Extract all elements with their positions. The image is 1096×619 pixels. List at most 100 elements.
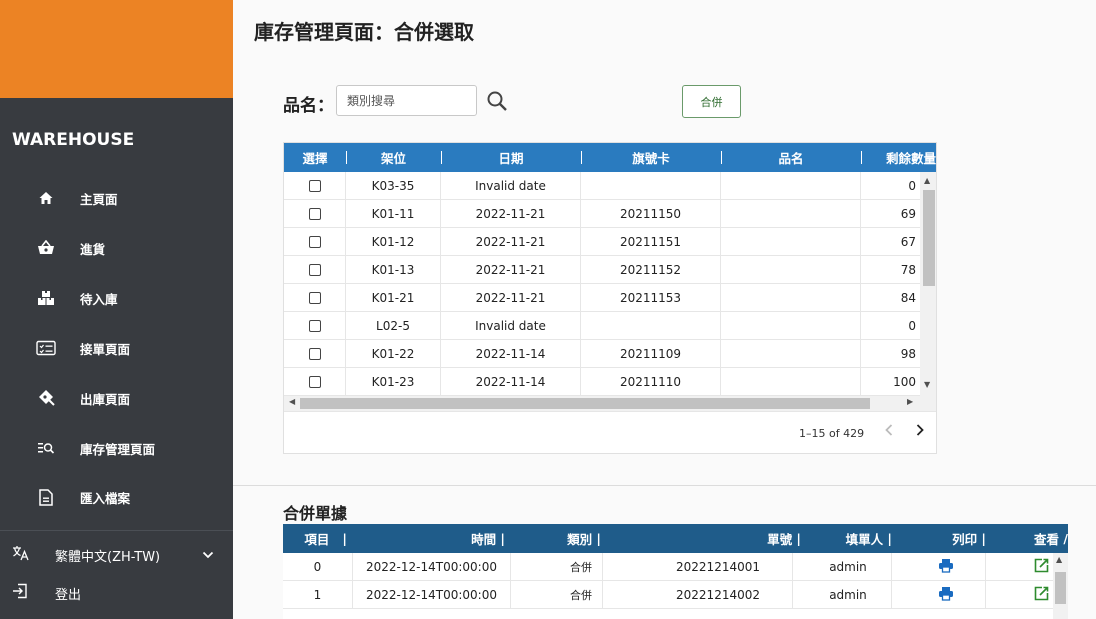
row-checkbox[interactable] (308, 208, 321, 220)
cell-remaining-qty: 98 (900, 347, 916, 361)
cell-remaining-qty: 100 (893, 375, 916, 389)
table-row[interactable]: L02-5 Invalid date 0 (284, 312, 920, 340)
cell-filler: admin (793, 553, 892, 581)
brand-title: WAREHOUSE (12, 130, 135, 150)
cell-product-name (721, 312, 861, 340)
horizontal-scrollbar[interactable]: ◀ ▶ (284, 396, 936, 411)
basket-icon (36, 238, 56, 258)
column-header-date[interactable]: 日期 (441, 143, 581, 172)
search-icon[interactable] (485, 89, 509, 113)
cell-product-name (721, 256, 861, 284)
cell-view (986, 553, 1053, 581)
row-checkbox[interactable] (308, 236, 321, 248)
table-row[interactable]: K03-35 Invalid date 0 (284, 172, 920, 200)
translate-icon (12, 545, 30, 565)
cell-number: 20221214001 (603, 553, 793, 581)
previous-page-icon[interactable] (884, 423, 894, 441)
column-header-item[interactable]: 項目 | (283, 524, 353, 553)
cell-type: 合併 (511, 553, 603, 581)
chevron-down-icon (202, 548, 214, 563)
scroll-left-arrow-icon[interactable]: ◀ (289, 397, 295, 406)
vertical-scrollbar[interactable]: ▲ (1053, 553, 1068, 619)
cell-time: 2022-12-14T00:00:00 (353, 553, 511, 581)
open-external-icon[interactable] (1034, 586, 1049, 604)
scrollbar-thumb[interactable] (923, 190, 935, 286)
scrollbar-thumb[interactable] (1055, 572, 1066, 604)
next-page-icon[interactable] (915, 423, 925, 441)
sidebar-item-pending-storage[interactable]: 待入庫 (0, 278, 233, 318)
row-checkbox[interactable] (308, 320, 321, 332)
sidebar-item-outbound[interactable]: 出庫頁面 (0, 378, 233, 418)
table-row[interactable]: K01-12 2022-11-21 20211151 67 (284, 228, 920, 256)
sidebar-item-orders[interactable]: 接單頁面 (0, 328, 233, 368)
row-checkbox[interactable] (308, 348, 321, 360)
vertical-scrollbar[interactable]: ▲ ▼ (920, 172, 936, 396)
column-header-shelf[interactable]: 架位 (346, 143, 441, 172)
scrollbar-thumb[interactable] (300, 398, 870, 409)
table-row[interactable]: K01-21 2022-11-21 20211153 84 (284, 284, 920, 312)
column-header-product-name[interactable]: 品名 (721, 143, 861, 172)
scroll-up-arrow-icon[interactable]: ▲ (1056, 555, 1062, 564)
sidebar-divider (0, 530, 233, 531)
sidebar-item-import[interactable]: 匯入檔案 (0, 477, 233, 517)
column-header-number[interactable]: 單號 | (607, 524, 807, 553)
sidebar-item-purchase[interactable]: 進貨 (0, 228, 233, 268)
cell-number: 20221214002 (603, 581, 793, 609)
column-header-view[interactable]: 查看 / (992, 524, 1068, 553)
row-checkbox[interactable] (308, 292, 321, 304)
main-content: 庫存管理頁面：合併選取 品名： 合併 選擇 架位 日期 旗號卡 品名 剩餘數量 … (233, 0, 1096, 619)
logout-button[interactable]: 登出 (0, 578, 233, 608)
row-checkbox[interactable] (308, 180, 321, 192)
cell-flag-card: 20211151 (581, 228, 721, 256)
scroll-right-arrow-icon[interactable]: ▶ (907, 397, 913, 406)
column-header-filler[interactable]: 填單人 | (807, 524, 898, 553)
column-header-select[interactable]: 選擇 (284, 143, 346, 172)
column-header-type[interactable]: 類別 | (511, 524, 607, 553)
table-row[interactable]: 0 2022-12-14T00:00:00 合併 20221214001 adm… (283, 553, 1053, 581)
sidebar-item-inventory[interactable]: 庫存管理頁面 (0, 428, 233, 468)
cell-shelf: L02-5 (346, 312, 441, 340)
language-selector[interactable]: 繁體中文(ZH-TW) (0, 540, 233, 570)
column-header-flag-card[interactable]: 旗號卡 (581, 143, 721, 172)
column-header-time[interactable]: 時間 | (353, 524, 511, 553)
print-icon[interactable] (938, 586, 954, 604)
cell-product-name (721, 228, 861, 256)
scroll-down-arrow-icon[interactable]: ▼ (924, 380, 930, 389)
merge-button[interactable]: 合併 (682, 85, 741, 118)
merge-documents-table: 項目 | 時間 | 類別 | 單號 | 填單人 | 列印 | 查看 / 0 20… (283, 524, 1068, 619)
cell-remaining-qty: 84 (900, 291, 916, 305)
table-row[interactable]: K01-13 2022-11-21 20211152 78 (284, 256, 920, 284)
cell-flag-card: 20211152 (581, 256, 721, 284)
table-row[interactable]: K01-11 2022-11-21 20211150 69 (284, 200, 920, 228)
boxes-icon (36, 288, 56, 308)
cell-print (892, 553, 986, 581)
search-input[interactable] (336, 85, 477, 116)
table-row[interactable]: K01-22 2022-11-14 20211109 98 (284, 340, 920, 368)
pagination-info: 1–15 of 429 (799, 427, 865, 440)
table-row[interactable]: 1 2022-12-14T00:00:00 合併 20221214002 adm… (283, 581, 1053, 609)
table-row[interactable]: K01-23 2022-11-14 20211110 100 (284, 368, 920, 396)
row-checkbox[interactable] (308, 376, 321, 388)
shipping-icon (36, 388, 56, 408)
column-header-print[interactable]: 列印 | (898, 524, 992, 553)
cell-shelf: K01-21 (346, 284, 441, 312)
row-checkbox[interactable] (308, 264, 321, 276)
cell-date: 2022-11-21 (441, 256, 581, 284)
cell-date: 2022-11-14 (441, 340, 581, 368)
print-icon[interactable] (938, 558, 954, 576)
open-external-icon[interactable] (1034, 558, 1049, 576)
cell-remaining-qty: 69 (900, 207, 916, 221)
stock-table: 選擇 架位 日期 旗號卡 品名 剩餘數量 K03-35 Invalid date 0… (283, 142, 937, 454)
cell-product-name (721, 340, 861, 368)
table-header: 項目 | 時間 | 類別 | 單號 | 填單人 | 列印 | 查看 / (283, 524, 1068, 553)
cell-select (284, 284, 346, 312)
cell-select (284, 200, 346, 228)
cell-select (284, 172, 346, 200)
sidebar-item-home[interactable]: 主頁面 (0, 178, 233, 218)
sidebar-item-label: 接單頁面 (80, 341, 131, 357)
sidebar-item-label: 匯入檔案 (80, 490, 131, 506)
cell-filler: admin (793, 581, 892, 609)
column-header-remaining-qty[interactable]: 剩餘數量 (861, 143, 936, 172)
scroll-up-arrow-icon[interactable]: ▲ (924, 176, 930, 185)
sidebar-item-label: 主頁面 (80, 191, 118, 207)
